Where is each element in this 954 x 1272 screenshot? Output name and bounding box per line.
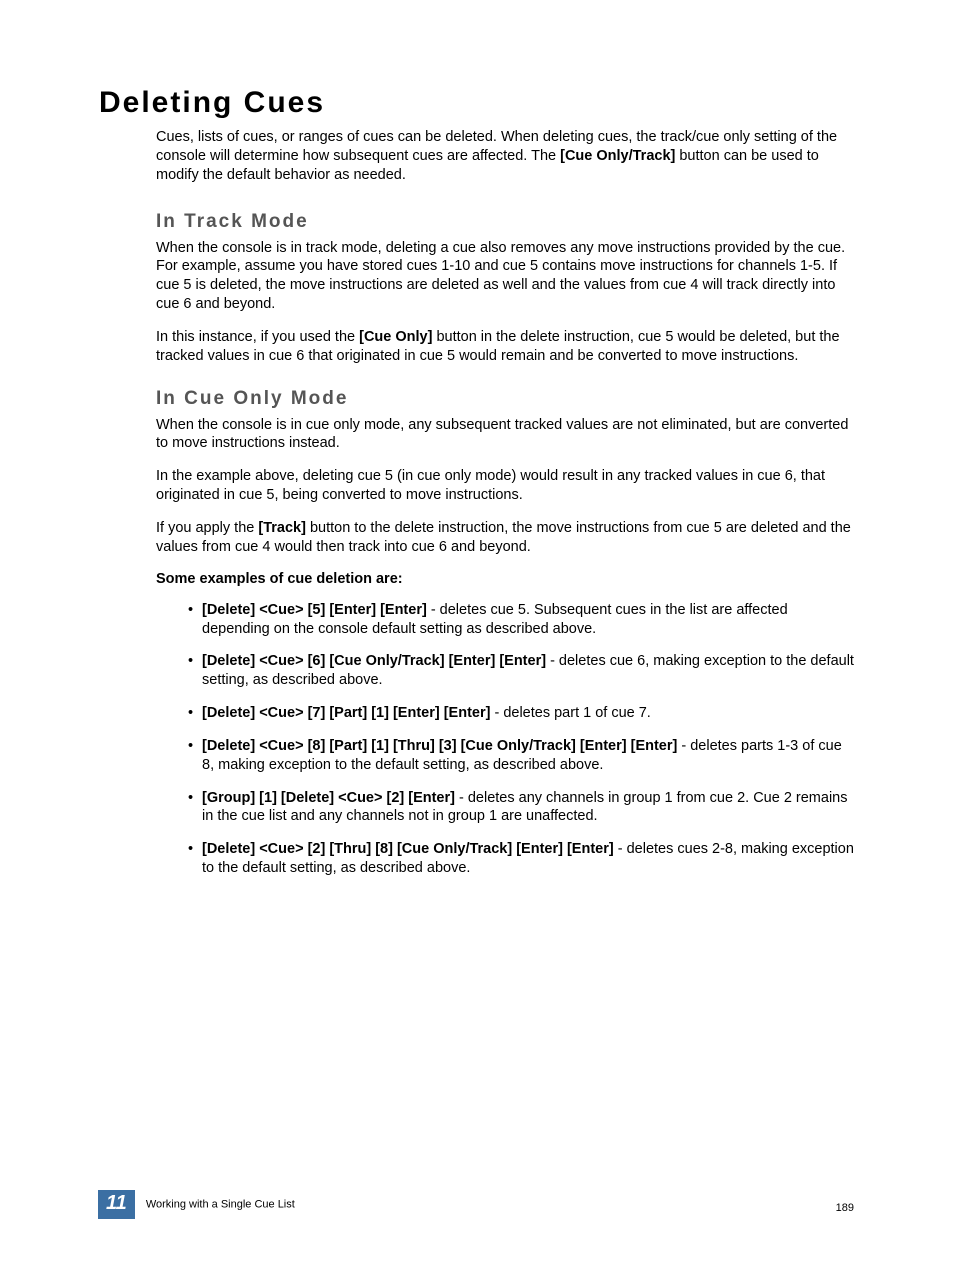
example-command: [Delete] <Cue> [2] [Thru] [8] [Cue Only/… <box>202 841 614 857</box>
list-item: [Delete] <Cue> [8] [Part] [1] [Thru] [3]… <box>188 737 854 775</box>
example-command: [Delete] <Cue> [6] [Cue Only/Track] [Ent… <box>202 653 546 669</box>
example-command: [Delete] <Cue> [5] [Enter] [Enter] <box>202 602 427 618</box>
cueonly-p2: In the example above, deleting cue 5 (in… <box>156 467 854 505</box>
examples-list: [Delete] <Cue> [5] [Enter] [Enter] - del… <box>156 601 854 878</box>
example-command: [Delete] <Cue> [8] [Part] [1] [Thru] [3]… <box>202 738 677 754</box>
track-p2: In this instance, if you used the [Cue O… <box>156 328 854 366</box>
example-command: [Group] [1] [Delete] <Cue> [2] [Enter] <box>202 790 455 806</box>
chapter-number-badge: 11 <box>98 1190 135 1219</box>
heading-track-mode: In Track Mode <box>156 211 854 233</box>
examples-heading: Some examples of cue deletion are: <box>156 571 854 587</box>
chapter-title: Working with a Single Cue List <box>146 1199 295 1211</box>
page: Deleting Cues Cues, lists of cues, or ra… <box>0 0 954 1272</box>
cueonly-p3-track-button-label: [Track] <box>258 520 306 536</box>
track-p1: When the console is in track mode, delet… <box>156 239 854 314</box>
example-desc: - deletes part 1 of cue 7. <box>490 705 650 721</box>
track-p2-a: In this instance, if you used the <box>156 329 359 345</box>
page-footer: 11 Working with a Single Cue List 189 <box>98 1190 854 1220</box>
page-number: 189 <box>836 1202 854 1214</box>
intro-paragraph: Cues, lists of cues, or ranges of cues c… <box>156 128 854 185</box>
section-track-mode: In Track Mode When the console is in tra… <box>156 211 854 366</box>
list-item: [Delete] <Cue> [5] [Enter] [Enter] - del… <box>188 601 854 639</box>
intro-cueonlytrack-button-label: [Cue Only/Track] <box>560 148 675 164</box>
track-p2-cueonly-button-label: [Cue Only] <box>359 329 432 345</box>
cueonly-p3: If you apply the [Track] button to the d… <box>156 519 854 557</box>
heading-cue-only-mode: In Cue Only Mode <box>156 388 854 410</box>
page-title: Deleting Cues <box>99 86 854 120</box>
section-cue-only-mode: In Cue Only Mode When the console is in … <box>156 388 854 878</box>
list-item: [Group] [1] [Delete] <Cue> [2] [Enter] -… <box>188 789 854 827</box>
list-item: [Delete] <Cue> [6] [Cue Only/Track] [Ent… <box>188 652 854 690</box>
cueonly-p1: When the console is in cue only mode, an… <box>156 416 854 454</box>
list-item: [Delete] <Cue> [7] [Part] [1] [Enter] [E… <box>188 704 854 723</box>
list-item: [Delete] <Cue> [2] [Thru] [8] [Cue Only/… <box>188 840 854 878</box>
cueonly-p3-a: If you apply the <box>156 520 258 536</box>
example-command: [Delete] <Cue> [7] [Part] [1] [Enter] [E… <box>202 705 490 721</box>
